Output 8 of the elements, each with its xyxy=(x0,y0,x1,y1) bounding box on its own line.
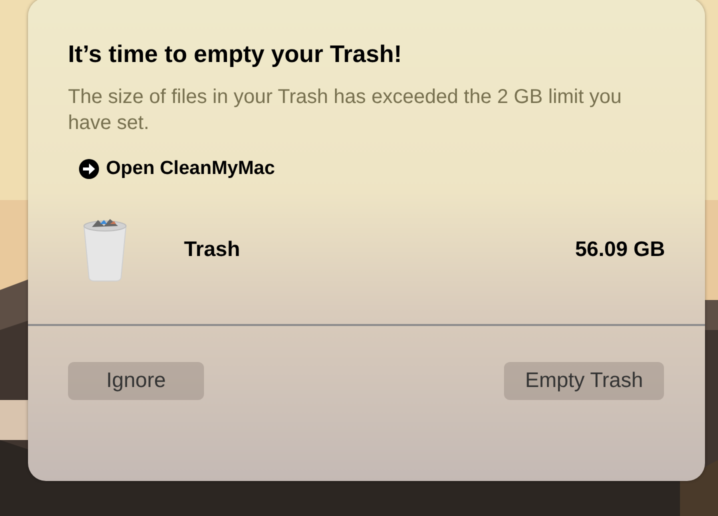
empty-trash-button[interactable]: Empty Trash xyxy=(504,362,664,400)
dialog-message: The size of files in your Trash has exceeded the 2 GB limit you have set. xyxy=(68,85,623,136)
item-name: Trash xyxy=(184,238,242,262)
dialog-title: It’s time to empty your Trash! xyxy=(68,40,403,70)
arrow-circle-icon xyxy=(78,158,100,180)
ignore-button[interactable]: Ignore xyxy=(68,362,204,400)
open-app-link[interactable]: Open CleanMyMac xyxy=(78,158,275,180)
item-size: 56.09 GB xyxy=(575,238,665,262)
